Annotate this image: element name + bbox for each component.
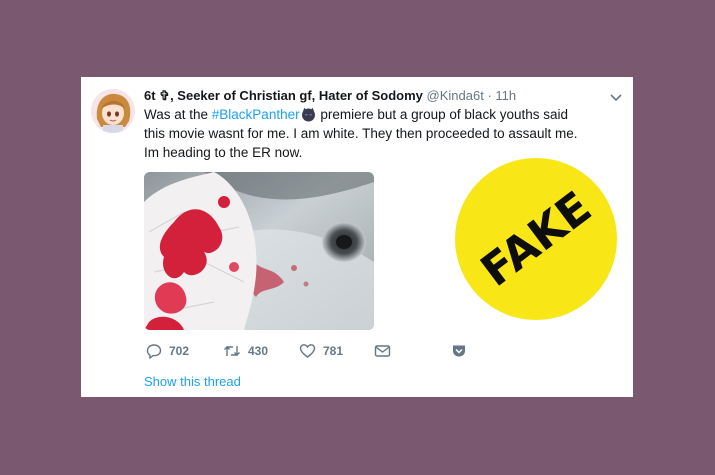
- like-icon: [299, 344, 316, 358]
- retweet-button[interactable]: 430: [223, 343, 268, 359]
- reply-button[interactable]: 702: [146, 343, 189, 359]
- retweet-count: 430: [248, 344, 269, 358]
- bookmark-icon: [453, 345, 465, 357]
- tweet-text-start: Was at the: [144, 107, 212, 122]
- reply-icon: [146, 344, 162, 359]
- chevron-down-icon[interactable]: [609, 91, 623, 103]
- message-icon: [374, 345, 391, 357]
- retweet-icon: [224, 346, 240, 356]
- display-name[interactable]: 6t ✞, Seeker of Christian gf, Hater of S…: [144, 88, 423, 103]
- show-thread-link[interactable]: Show this thread: [144, 374, 241, 389]
- fake-sticker: FAKE: [455, 158, 617, 320]
- like-count: 781: [323, 344, 344, 358]
- tweet-header: 6t ✞, Seeker of Christian gf, Hater of S…: [144, 88, 593, 104]
- bookmark-button[interactable]: [451, 343, 467, 359]
- avatar[interactable]: [91, 89, 135, 133]
- separator-dot: ·: [487, 88, 492, 103]
- timestamp[interactable]: 11h: [495, 88, 516, 103]
- tweet-image[interactable]: [144, 172, 374, 330]
- tweet-actions: 702 430 781: [144, 343, 484, 363]
- user-handle[interactable]: @Kinda6t: [427, 88, 484, 103]
- message-button[interactable]: [374, 343, 391, 359]
- hashtag-emoji-icon: [301, 107, 316, 122]
- reply-count: 702: [169, 344, 190, 358]
- hashtag-link[interactable]: #BlackPanther: [212, 107, 300, 122]
- like-button[interactable]: 781: [299, 343, 343, 359]
